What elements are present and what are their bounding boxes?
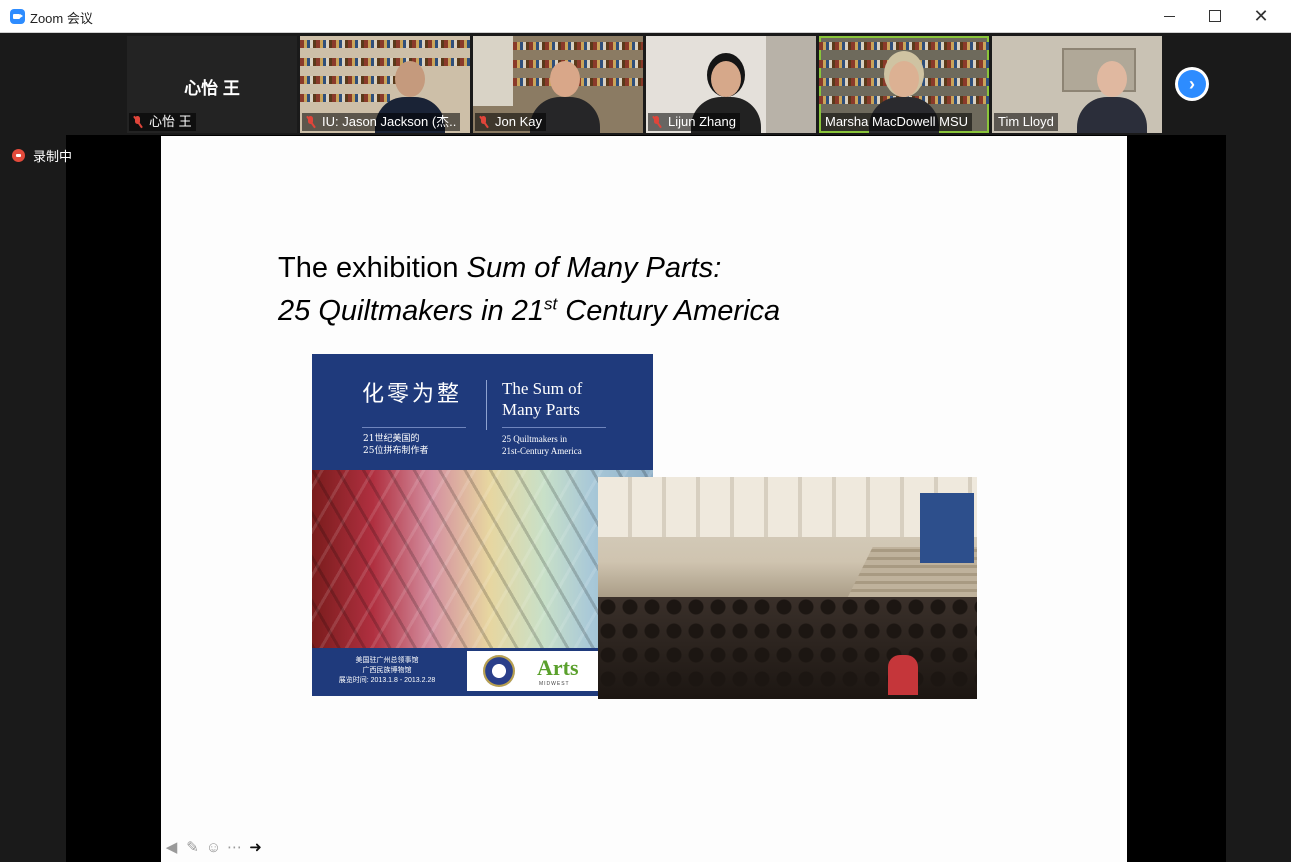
next-page-button[interactable]: › xyxy=(1175,67,1209,101)
participant-video xyxy=(1077,55,1147,133)
poster-en-title: The Sum of Many Parts xyxy=(502,379,583,419)
participant-label: 心怡 王 xyxy=(129,113,196,131)
smiley-icon[interactable]: ☺ xyxy=(205,839,222,856)
arrow-right-icon[interactable]: ➜ xyxy=(247,839,264,856)
chevron-right-icon: › xyxy=(1178,70,1206,98)
participant-label: Lijun Zhang xyxy=(648,113,740,131)
recording-icon xyxy=(12,149,25,162)
maximize-button[interactable] xyxy=(1192,0,1238,32)
poster-sponsors: 美国驻广州总领事馆 广西民族博物馆 展览时间: 2013.1.8 - 2013.… xyxy=(338,657,436,684)
shared-slide: The exhibition Sum of Many Parts: 25 Qui… xyxy=(161,136,1127,862)
poster-cn-subtitle: 21世纪美国的 25位拼布制作者 xyxy=(363,434,429,456)
participant-display-name: 心怡 王 xyxy=(184,79,240,98)
poster-en-subtitle: 25 Quiltmakers in 21st-Century America xyxy=(502,434,582,456)
annotation-toolbar: ◀ ✎ ☺ ⋯ ➜ xyxy=(163,839,264,856)
participant-tile-active-speaker[interactable]: Marsha MacDowell MSU xyxy=(819,36,989,133)
participant-label: IU: Jason Jackson (杰.. xyxy=(302,113,461,131)
participant-label: Marsha MacDowell MSU xyxy=(821,113,973,131)
arts-midwest-logo: Arts xyxy=(537,655,579,680)
close-button[interactable]: ✕ xyxy=(1238,0,1284,32)
participant-tile[interactable]: Jon Kay xyxy=(473,36,643,133)
participant-strip: 心怡 王 心怡 王 IU: Jason Jackson (杰.. Jon Kay… xyxy=(0,33,1291,135)
exhibition-opening-photo xyxy=(598,477,977,699)
pen-icon[interactable]: ✎ xyxy=(184,839,201,856)
mic-muted-icon xyxy=(479,116,489,128)
poster-cn-title: 化零为整 xyxy=(362,382,463,407)
participant-label: Jon Kay xyxy=(475,113,546,131)
minimize-button[interactable] xyxy=(1146,0,1192,32)
mic-muted-icon xyxy=(306,116,316,128)
more-icon[interactable]: ⋯ xyxy=(226,839,243,856)
state-department-seal-icon xyxy=(483,655,515,687)
arrow-left-icon[interactable]: ◀ xyxy=(163,839,180,856)
window-title: Zoom 会议 xyxy=(30,11,93,26)
participant-tile[interactable]: Tim Lloyd xyxy=(992,36,1162,133)
participant-tile[interactable]: Lijun Zhang xyxy=(646,36,816,133)
participant-label: Tim Lloyd xyxy=(994,113,1058,131)
recording-indicator[interactable]: 录制中 xyxy=(12,146,72,165)
recording-label: 录制中 xyxy=(33,149,73,164)
slide-title: The exhibition Sum of Many Parts: 25 Qui… xyxy=(278,252,781,327)
mic-muted-icon xyxy=(652,116,662,128)
window-titlebar: Zoom 会议 ✕ xyxy=(0,0,1291,33)
participant-tile[interactable]: 心怡 王 心怡 王 xyxy=(127,36,297,133)
participant-tile[interactable]: IU: Jason Jackson (杰.. xyxy=(300,36,470,133)
mic-muted-icon xyxy=(133,116,143,128)
zoom-app-icon xyxy=(10,9,25,24)
